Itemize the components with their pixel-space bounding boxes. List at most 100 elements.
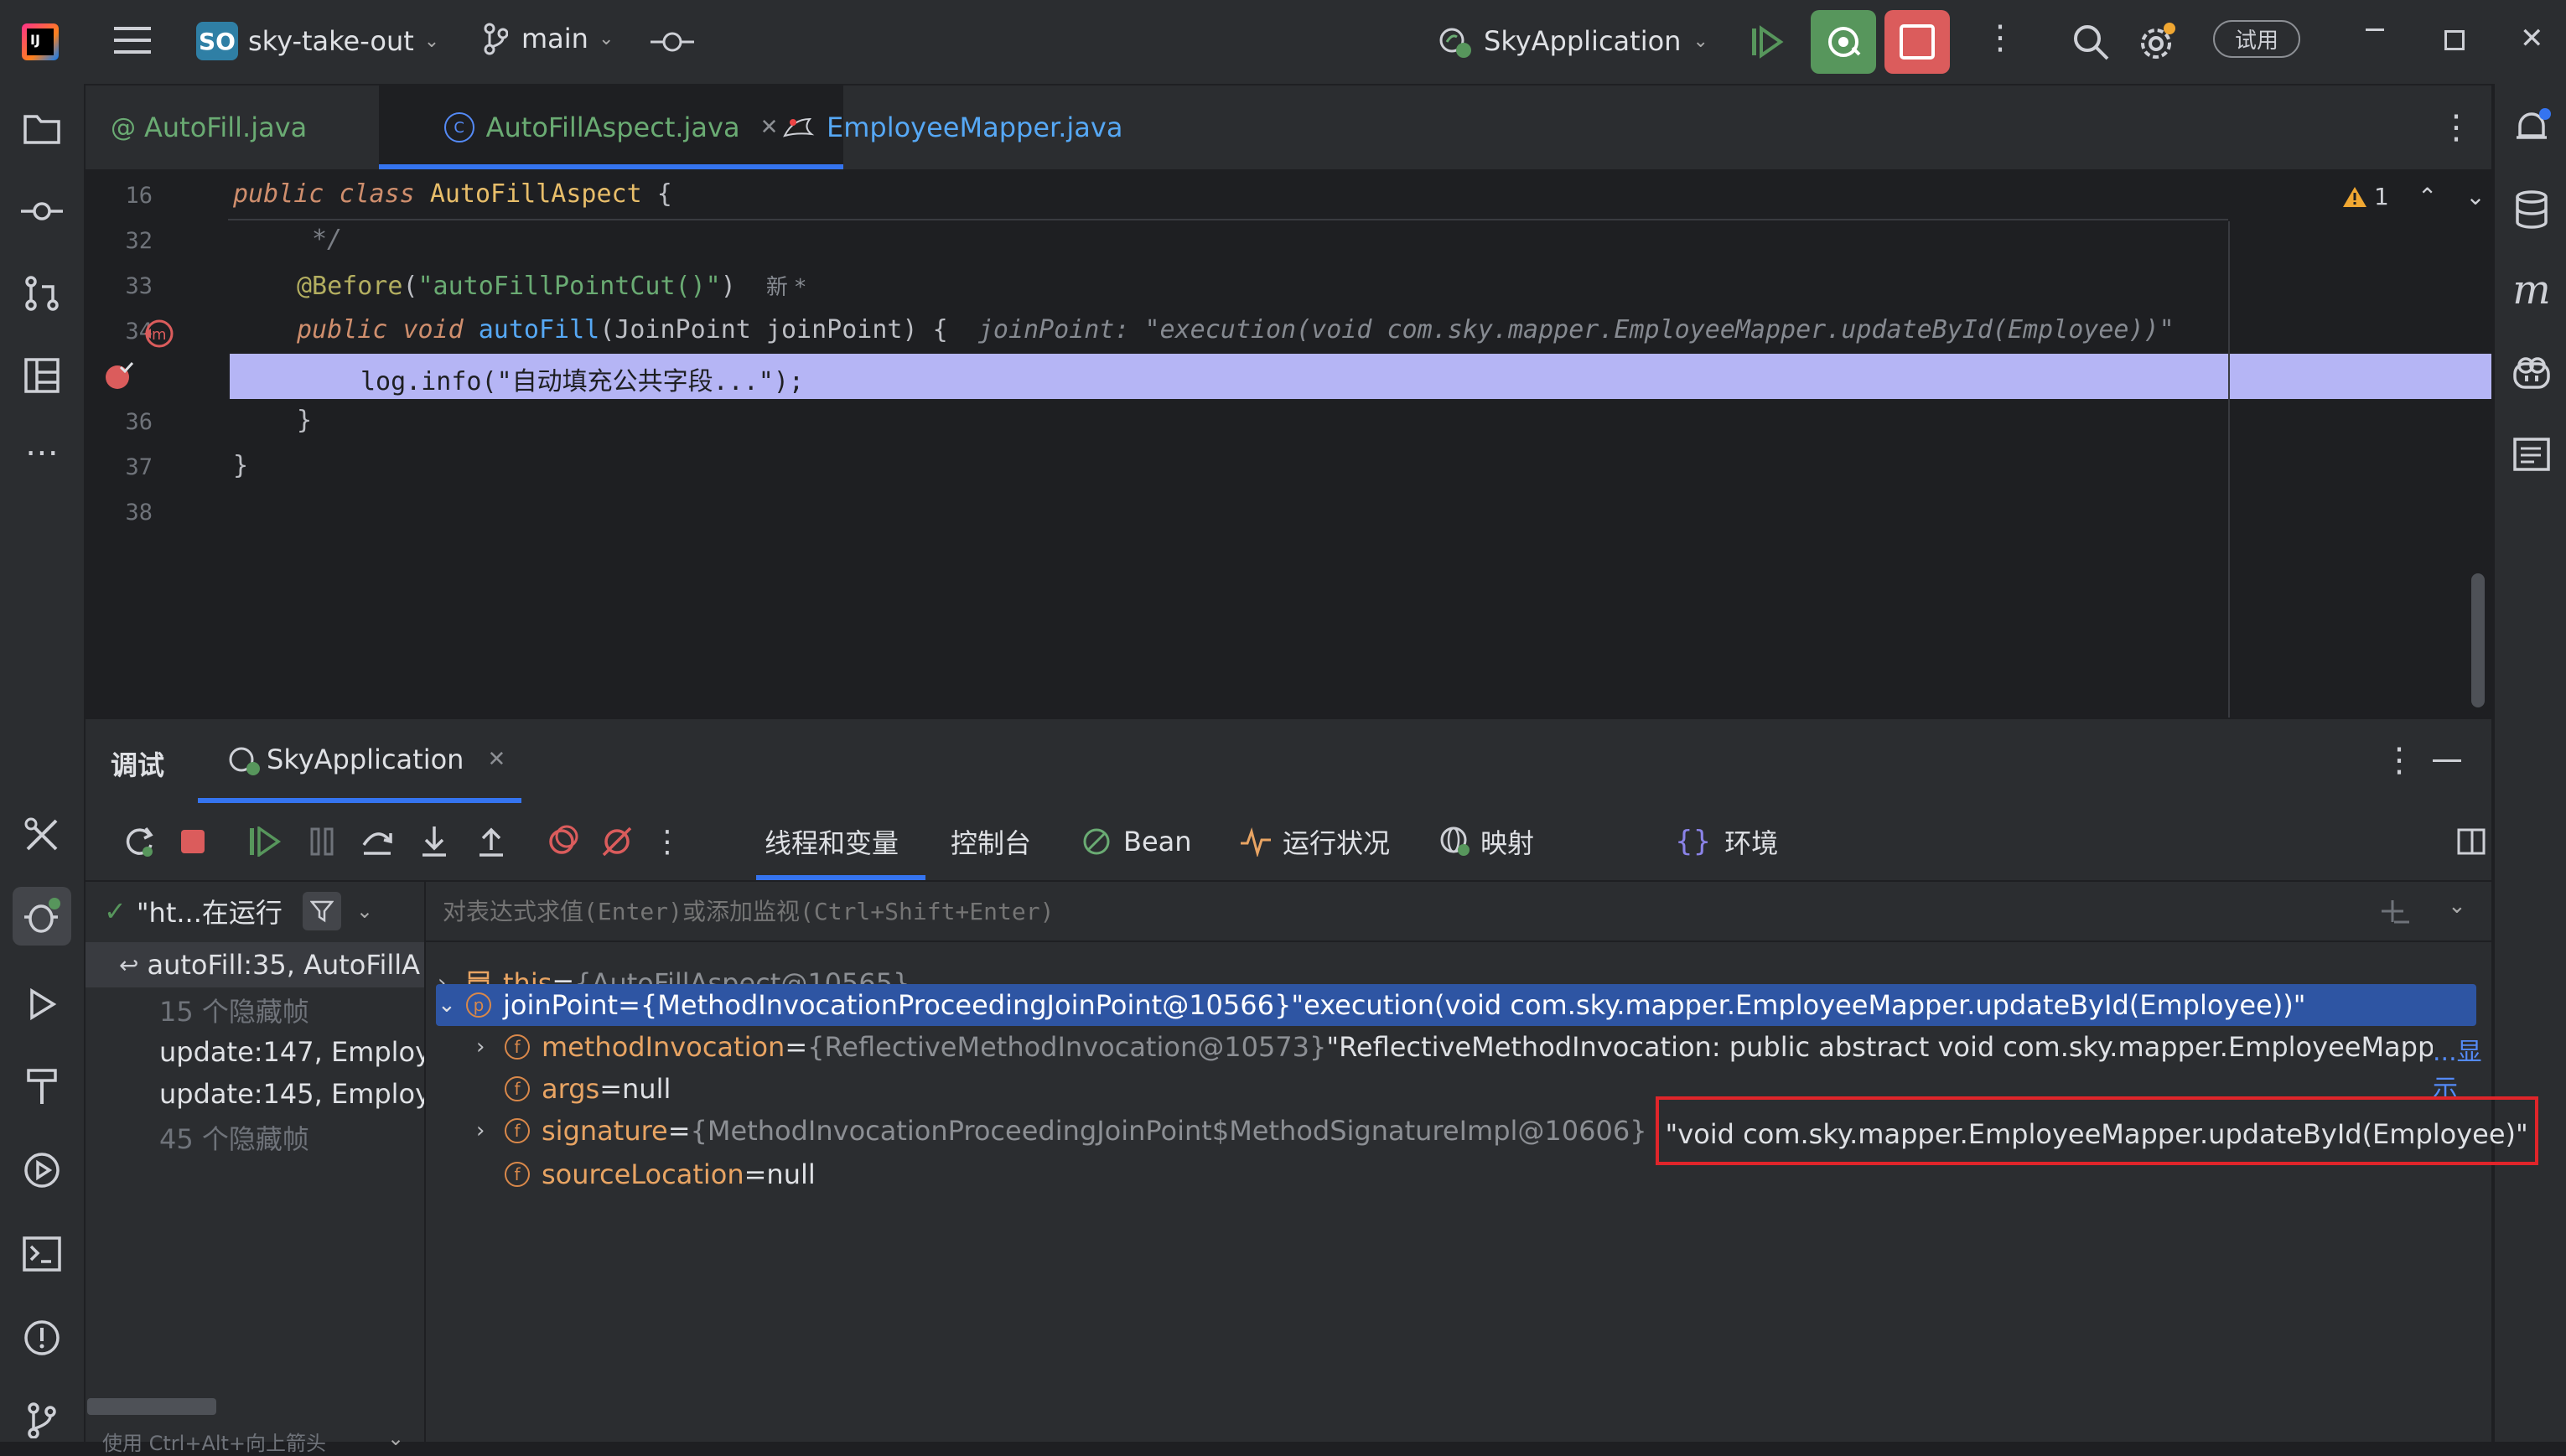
more-options-icon[interactable]: ⋮	[2382, 741, 2416, 780]
add-watch-icon[interactable]	[2377, 897, 2411, 927]
show-more-link[interactable]: ...显示	[2433, 1031, 2491, 1105]
more-tools-icon[interactable]: ⋯	[18, 429, 65, 476]
tab-console[interactable]: 控制台	[951, 803, 1031, 880]
stop-button[interactable]	[1884, 10, 1950, 74]
tab-bean[interactable]: Bean	[1081, 803, 1192, 880]
database-icon[interactable]	[2508, 186, 2555, 233]
hide-panel-icon[interactable]	[2433, 759, 2461, 762]
problems-icon[interactable]	[18, 1314, 65, 1361]
run-config-selector[interactable]: SkyApplication ⌄	[1435, 22, 1708, 60]
field-icon: f	[505, 1034, 530, 1060]
step-over-icon[interactable]	[354, 803, 401, 880]
services-tools-icon[interactable]	[18, 811, 65, 858]
editor-scrollbar[interactable]	[2471, 573, 2485, 707]
copilot-icon[interactable]	[2508, 349, 2555, 396]
evaluate-expression-input[interactable]	[441, 889, 2372, 933]
variable-row-joinpoint[interactable]: ⌄ p joinPoint = {MethodInvocationProceed…	[438, 984, 2305, 1026]
branch-selector[interactable]: main ⌄	[483, 22, 614, 55]
commit-icon[interactable]	[18, 188, 65, 235]
close-tab-icon[interactable]: ✕	[760, 115, 779, 140]
search-icon[interactable]	[2072, 23, 2109, 60]
resume-run-icon[interactable]	[1750, 25, 1784, 59]
settings-gear-icon[interactable]	[2138, 22, 2178, 62]
frame-item-hidden[interactable]: 45 个隐藏帧	[86, 1115, 424, 1160]
view-breakpoints-icon[interactable]	[538, 803, 585, 880]
chevron-right-icon[interactable]: ›	[476, 1118, 505, 1143]
debug-rerun-button[interactable]	[1811, 10, 1876, 74]
structure-icon[interactable]	[18, 352, 65, 399]
breakpoint-icon[interactable]	[102, 360, 136, 392]
project-folder-icon[interactable]	[18, 106, 65, 153]
maven-icon[interactable]: m	[2508, 267, 2555, 313]
line-number: 33	[125, 273, 153, 299]
close-window-icon[interactable]: ✕	[2520, 22, 2544, 55]
inspection-widget[interactable]: 1 ⌃ ⌄	[2342, 183, 2486, 210]
code-line-37: }	[233, 451, 249, 480]
terminal-icon[interactable]	[18, 1231, 65, 1277]
variable-row-args[interactable]: f args = null	[505, 1068, 671, 1110]
code-editor[interactable]: 16 32 33 34 36 37 38 m public class Auto…	[86, 171, 2491, 718]
debug-tool-icon[interactable]	[13, 887, 71, 946]
method-breakpoint-icon[interactable]: m	[143, 317, 176, 349]
frame-item-current[interactable]: ↩ autoFill:35, AutoFillA	[86, 942, 424, 987]
resume-program-icon[interactable]	[241, 803, 288, 880]
close-tab-icon[interactable]: ✕	[487, 747, 505, 772]
tab-environment[interactable]: {} 环境	[1675, 803, 1778, 880]
chevron-down-icon[interactable]: ⌄	[2465, 183, 2485, 210]
chevron-right-icon[interactable]: ›	[476, 1034, 505, 1060]
chevron-down-icon[interactable]: ⌄	[2448, 894, 2466, 919]
variables-panel: ⌄ › this = {AutoFillAspect@10565} ⌄ p jo…	[426, 882, 2538, 1442]
evaluate-expression-bar[interactable]: ⌄	[426, 882, 2491, 942]
rerun-icon[interactable]	[116, 803, 163, 880]
commit-icon[interactable]	[651, 27, 694, 57]
intellij-logo[interactable]: IJ	[22, 23, 59, 60]
main-menu-icon[interactable]	[114, 23, 151, 57]
variable-row-sourcelocation[interactable]: f sourceLocation = null	[505, 1153, 816, 1195]
debug-session-tab[interactable]: SkyApplication ✕	[225, 741, 505, 778]
right-tool-strip: m	[2493, 84, 2566, 1442]
filter-icon[interactable]	[302, 892, 341, 930]
thread-selector[interactable]: ✓ "ht...在运行 ⌄	[86, 882, 424, 940]
step-out-icon[interactable]	[468, 803, 515, 880]
more-debug-actions-icon[interactable]: ⋮	[651, 803, 684, 880]
frame-item[interactable]: update:147, Employe	[86, 1029, 424, 1075]
frame-item-hidden[interactable]: 15 个隐藏帧	[86, 987, 424, 1033]
tab-employeemapper-java[interactable]: EmployeeMapper.java	[781, 85, 1251, 169]
build-hammer-icon[interactable]	[18, 1063, 65, 1110]
frames-panel: ✓ "ht...在运行 ⌄ ↩ autoFill:35, AutoFillA 1…	[86, 882, 426, 1455]
frame-item[interactable]: update:145, Employe	[86, 1071, 424, 1117]
chevron-down-icon[interactable]: ⌄	[356, 899, 373, 923]
tab-actions-icon[interactable]: ⋮	[2439, 85, 2473, 169]
more-actions-icon[interactable]: ⋮	[1983, 18, 2017, 57]
mute-breakpoints-icon[interactable]	[594, 803, 640, 880]
tab-autofillaspect-java[interactable]: C AutoFillAspect.java ✕	[379, 85, 843, 169]
git-icon[interactable]	[18, 1396, 65, 1443]
endpoints-icon[interactable]	[2508, 431, 2555, 478]
restore-icon[interactable]	[2444, 30, 2465, 50]
notifications-bell-icon[interactable]	[2508, 104, 2555, 151]
variable-row-methodinvocation[interactable]: › f methodInvocation = {ReflectiveMethod…	[476, 1026, 2462, 1068]
run-icon[interactable]	[18, 981, 65, 1028]
trial-button[interactable]: 试用	[2213, 20, 2301, 58]
stop-icon[interactable]	[169, 803, 216, 880]
tab-health[interactable]: 运行状况	[1239, 803, 1390, 880]
chevron-down-icon[interactable]: ⌄	[438, 992, 466, 1018]
editor-tabs: @ AutoFill.java C AutoFillAspect.java ✕ …	[86, 85, 2491, 171]
tab-mappings[interactable]: 映射	[1439, 803, 1534, 880]
parameter-icon: p	[466, 992, 491, 1018]
check-icon: ✓	[104, 895, 127, 927]
bean-icon	[1083, 828, 1110, 855]
frames-scrollbar[interactable]	[87, 1398, 216, 1415]
tab-threads-variables[interactable]: 线程和变量	[756, 803, 925, 880]
services-icon[interactable]	[18, 1147, 65, 1194]
chevron-up-icon[interactable]: ⌃	[2418, 183, 2437, 210]
project-selector[interactable]: SO sky-take-out ⌄	[196, 22, 439, 60]
pause-program-icon[interactable]	[298, 803, 345, 880]
layout-settings-icon[interactable]	[2448, 803, 2495, 880]
minimize-icon[interactable]	[2366, 28, 2384, 31]
code-line-36: }	[297, 406, 313, 435]
step-into-icon[interactable]	[411, 803, 458, 880]
mybatis-bird-icon	[783, 117, 815, 137]
variable-row-signature[interactable]: › f signature = {MethodInvocationProceed…	[476, 1096, 2538, 1165]
pull-request-icon[interactable]	[18, 270, 65, 317]
